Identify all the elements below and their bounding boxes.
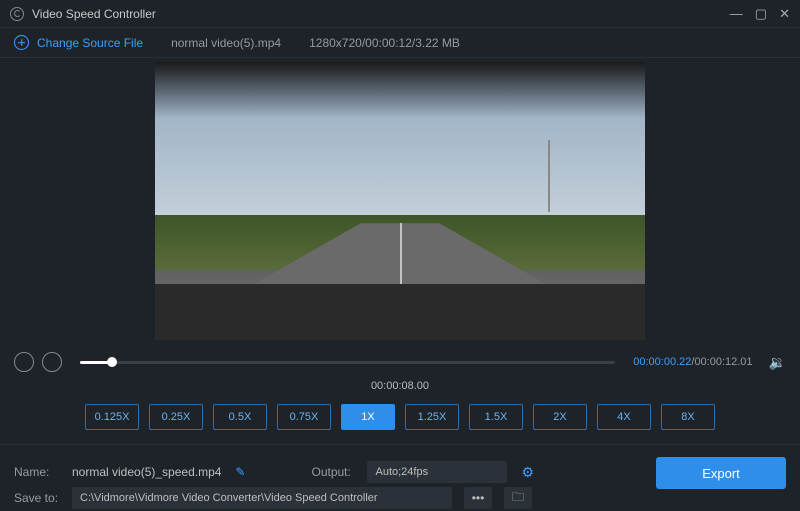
gear-icon[interactable]: ⚙ [521,464,534,481]
maximize-icon[interactable]: ▢ [755,6,767,22]
playback-controls: 00:00:00.22/00:00:12.01 🔉 [0,348,800,376]
name-label: Name: [14,465,64,479]
app-title: Video Speed Controller [32,7,156,21]
speed-button-0.5x[interactable]: 0.5X [213,404,267,430]
speed-button-0.25x[interactable]: 0.25X [149,404,203,430]
timeline-position: 00:00:08.00 [0,376,800,400]
saveto-label: Save to: [14,491,64,505]
stop-button[interactable] [42,352,62,372]
app-logo-icon [10,7,24,21]
edit-name-icon[interactable]: ✎ [235,465,245,479]
output-name-value: normal video(5)_speed.mp4 [72,465,221,479]
pause-button[interactable] [14,352,34,372]
speed-button-8x[interactable]: 8X [661,404,715,430]
minimize-icon[interactable]: — [730,6,743,22]
change-source-label: Change Source File [37,36,143,50]
output-label: Output: [311,465,359,479]
output-format-select[interactable]: Auto;24fps [367,461,507,483]
source-filename: normal video(5).mp4 [171,36,281,50]
current-time: 00:00:00.22 [633,356,691,368]
total-time: 00:00:12.01 [694,356,752,368]
change-source-button[interactable]: Change Source File [14,35,143,50]
speed-button-1.25x[interactable]: 1.25X [405,404,459,430]
browse-button[interactable]: ••• [464,487,492,509]
preview-area [0,58,800,348]
close-icon[interactable]: ✕ [779,6,790,22]
export-label: Export [702,466,740,481]
volume-icon[interactable]: 🔉 [769,354,786,371]
plus-circle-icon [14,35,29,50]
speed-button-4x[interactable]: 4X [597,404,651,430]
speed-button-1.5x[interactable]: 1.5X [469,404,523,430]
open-folder-button[interactable]: 🗀 [504,487,532,509]
source-meta: 1280x720/00:00:12/3.22 MB [309,36,460,50]
speed-options: 0.125X 0.25X 0.5X 0.75X 1X 1.25X 1.5X 2X 4X 8X [0,400,800,444]
window-controls: — ▢ ✕ [730,6,790,22]
speed-button-0.125x[interactable]: 0.125X [85,404,139,430]
saveto-path-value: C:\Vidmore\Vidmore Video Converter\Video… [80,492,378,504]
divider [0,444,800,445]
speed-button-0.75x[interactable]: 0.75X [277,404,331,430]
output-format-value: Auto;24fps [375,466,428,478]
export-button[interactable]: Export [656,457,786,489]
video-preview[interactable] [155,62,645,340]
speed-button-2x[interactable]: 2X [533,404,587,430]
saveto-path-input[interactable]: C:\Vidmore\Vidmore Video Converter\Video… [72,487,452,509]
speed-button-1x[interactable]: 1X [341,404,395,430]
time-display: 00:00:00.22/00:00:12.01 [633,356,752,368]
file-bar: Change Source File normal video(5).mp4 1… [0,28,800,58]
progress-slider[interactable] [80,361,615,364]
titlebar: Video Speed Controller — ▢ ✕ [0,0,800,28]
